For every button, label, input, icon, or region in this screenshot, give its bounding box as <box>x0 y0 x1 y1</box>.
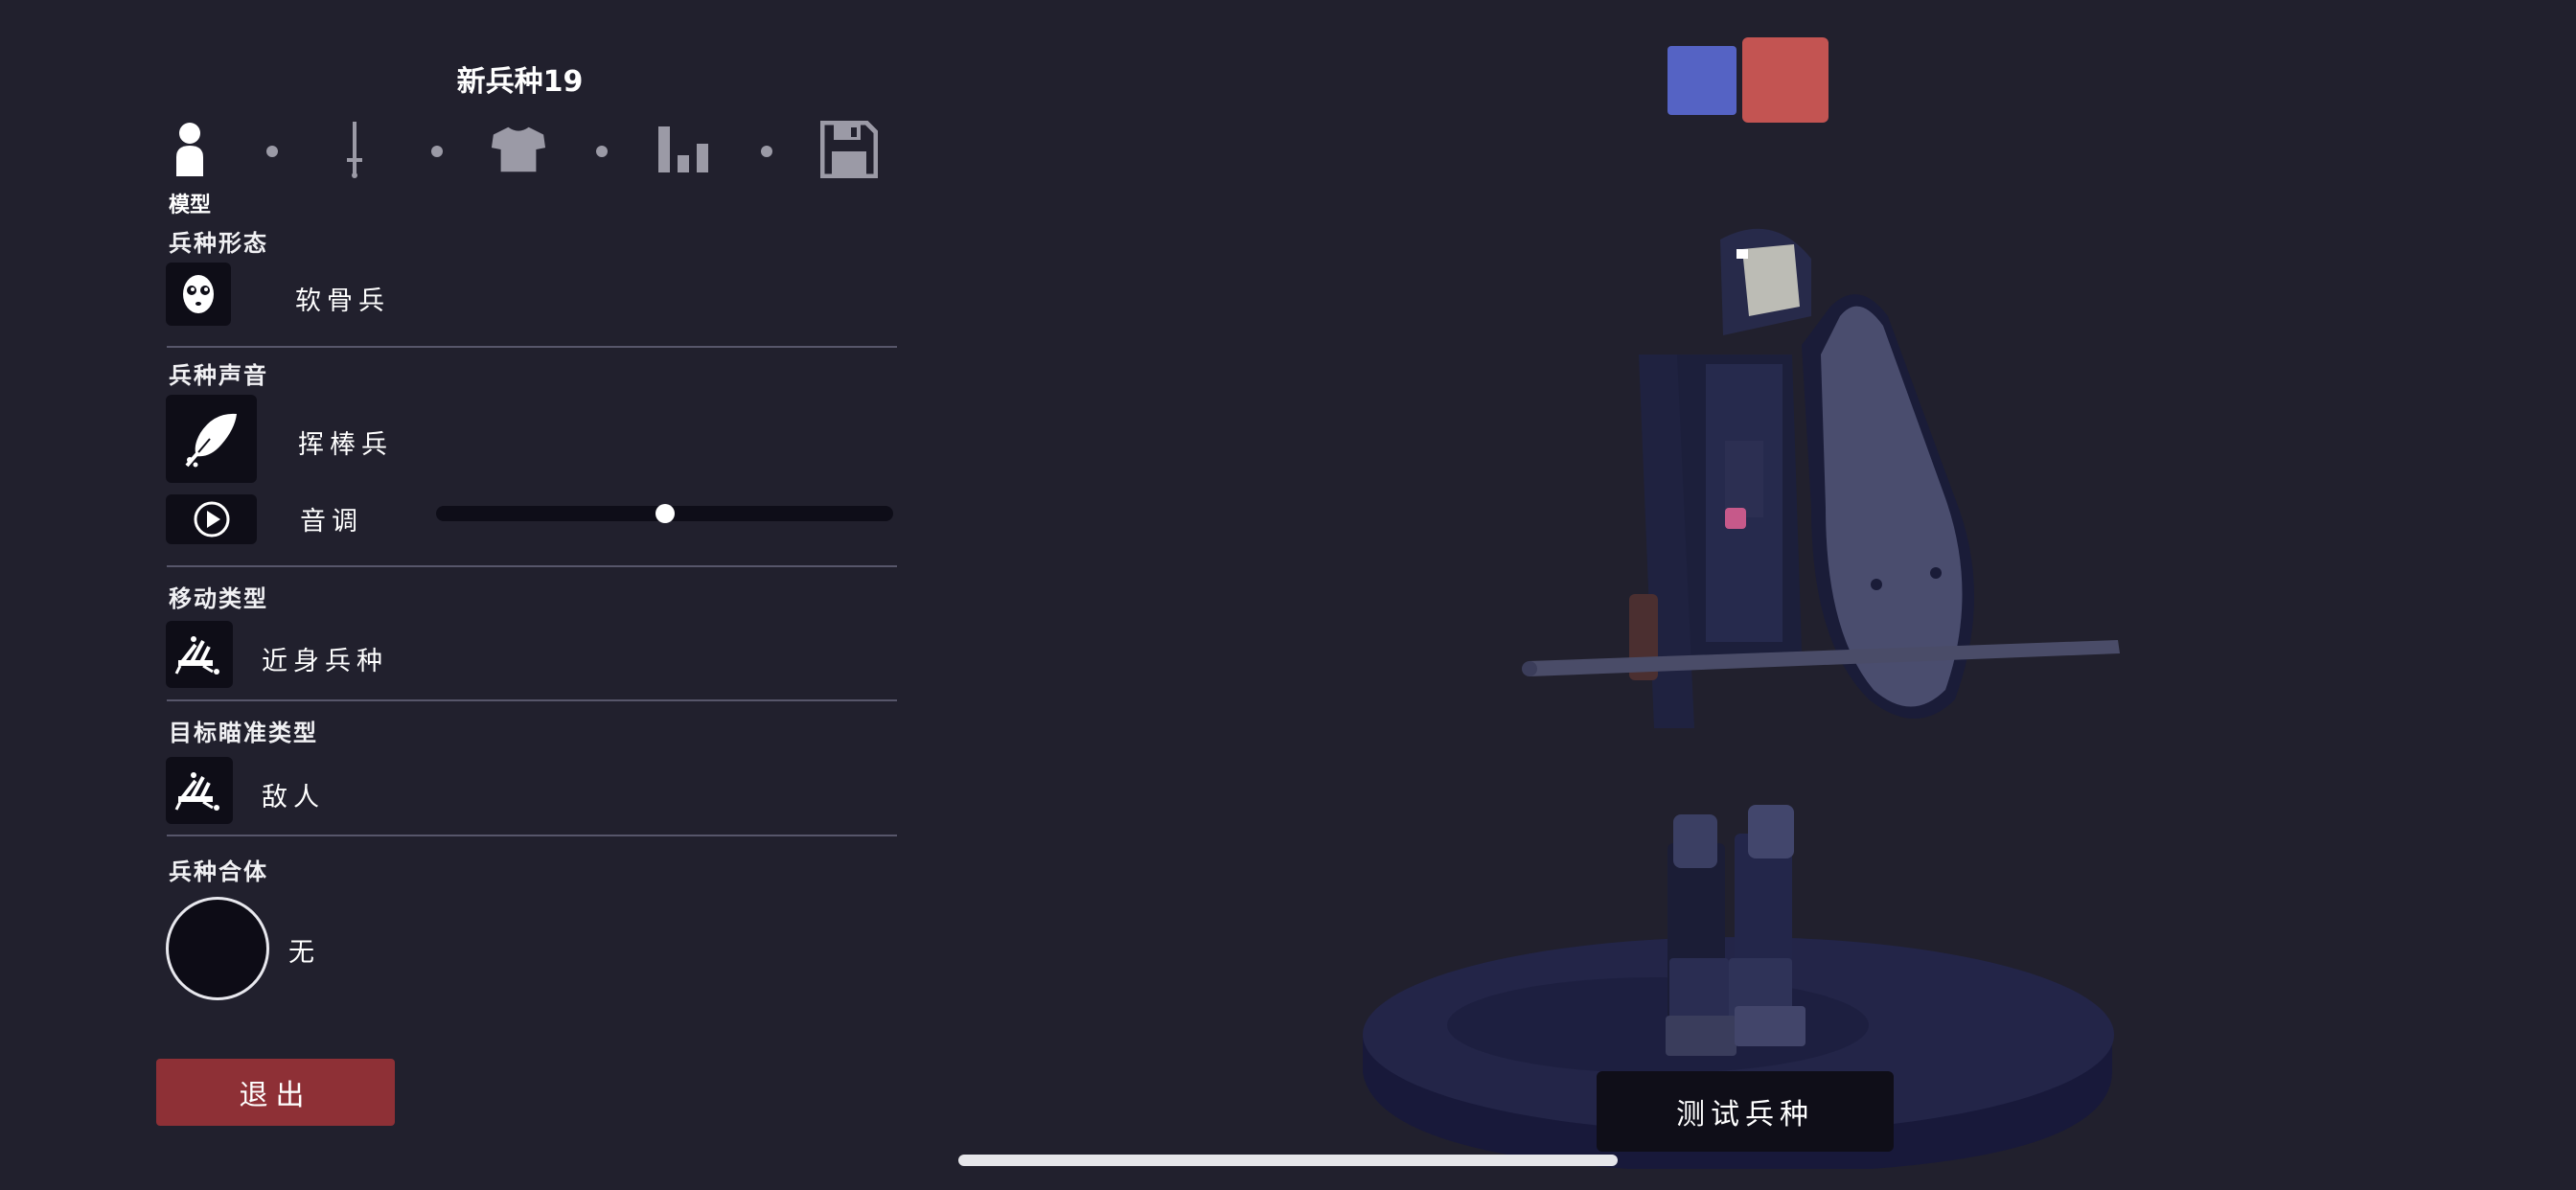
play-icon <box>194 501 229 538</box>
divider <box>167 699 897 701</box>
tab-separator-dot <box>596 146 608 157</box>
tab-separator-dot <box>761 146 772 157</box>
team-red-swatch[interactable] <box>1742 37 1828 123</box>
targeting-icon-button[interactable] <box>166 757 233 824</box>
section-targeting-label: 目标瞄准类型 <box>169 720 318 746</box>
tab-model[interactable] <box>161 119 218 180</box>
tab-weapon[interactable] <box>326 119 383 180</box>
tab-separator-dot <box>431 146 443 157</box>
floppy-disk-icon <box>820 121 878 178</box>
section-movement-label: 移动类型 <box>169 585 268 612</box>
divider <box>167 565 897 567</box>
team-blue-swatch[interactable] <box>1668 46 1736 115</box>
unit-preview-viewport[interactable] <box>1342 192 2166 1169</box>
movement-value[interactable]: 近身兵种 <box>262 640 388 677</box>
tab-separator-dot <box>266 146 278 157</box>
form-icon-button[interactable] <box>166 263 231 326</box>
unit-group-icon <box>174 772 219 811</box>
tab-model-label: 模型 <box>169 194 212 217</box>
pitch-label: 音调 <box>300 507 363 537</box>
home-indicator[interactable] <box>958 1155 1618 1166</box>
voice-icon-button[interactable] <box>166 395 257 483</box>
skull-face-icon <box>183 275 214 313</box>
tab-save[interactable] <box>820 119 878 180</box>
unit-group-icon <box>174 636 219 675</box>
section-voice-label: 兵种声音 <box>169 362 268 389</box>
section-form-label: 兵种形态 <box>169 230 268 257</box>
divider <box>167 346 897 348</box>
merge-value: 无 <box>288 938 320 968</box>
shirt-icon <box>491 126 546 172</box>
soldier-figure <box>1522 228 2120 1056</box>
exit-button[interactable]: 退出 <box>156 1059 395 1126</box>
section-merge-label: 兵种合体 <box>169 858 268 885</box>
targeting-value[interactable]: 敌人 <box>262 776 325 813</box>
unit-name-title[interactable]: 新兵种19 <box>383 57 656 100</box>
play-pitch-button[interactable] <box>166 494 257 544</box>
sword-icon <box>347 122 362 178</box>
bar-chart-icon <box>658 126 708 172</box>
person-icon <box>176 123 203 176</box>
test-unit-button[interactable]: 测试兵种 <box>1597 1071 1894 1152</box>
form-value[interactable]: 软骨兵 <box>295 280 390 317</box>
voice-value[interactable]: 挥棒兵 <box>298 423 393 461</box>
divider <box>167 835 897 836</box>
merge-slot-button[interactable] <box>166 897 269 1000</box>
movement-icon-button[interactable] <box>166 621 233 688</box>
pitch-slider-handle[interactable] <box>655 504 675 523</box>
feather-icon <box>184 413 237 468</box>
tab-clothing[interactable] <box>490 119 547 180</box>
tab-stats[interactable] <box>656 119 713 180</box>
